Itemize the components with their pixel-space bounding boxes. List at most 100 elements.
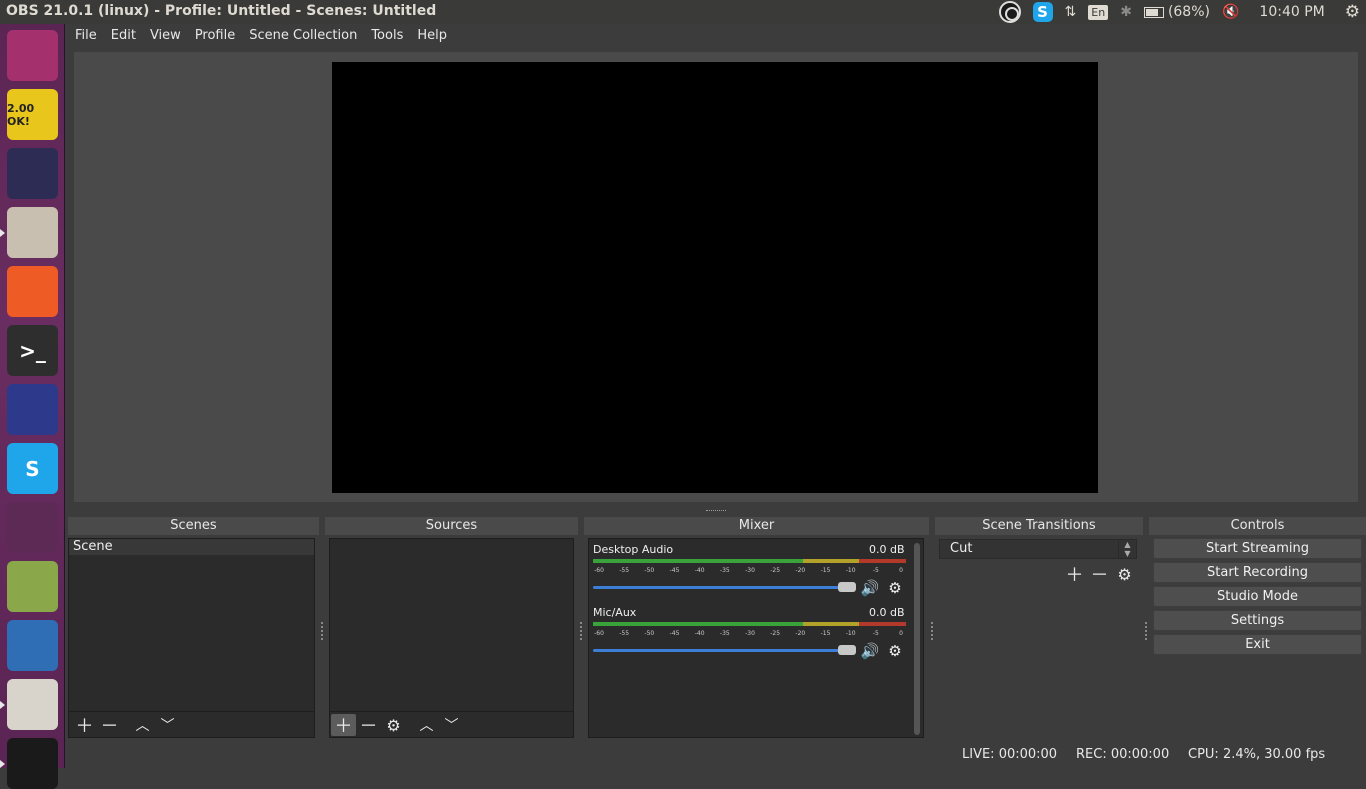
stickynotes-icon[interactable]: 2.00 OK! xyxy=(7,89,58,140)
scenes-toolbar: ＋ － ︿ ﹀ xyxy=(72,712,180,738)
obs-icon[interactable] xyxy=(7,738,58,789)
scenes-grip[interactable] xyxy=(321,622,324,640)
bluetooth-icon[interactable]: ✱ xyxy=(1114,0,1138,24)
meter-tick-label: -35 xyxy=(719,630,730,637)
mixer-scrollbar[interactable] xyxy=(914,543,920,735)
scene-list-item[interactable]: Scene xyxy=(69,539,314,555)
image-viewer-icon[interactable] xyxy=(7,561,58,612)
menu-profile[interactable]: Profile xyxy=(188,28,242,43)
status-live: LIVE: 00:00:00 xyxy=(962,747,1058,762)
running-app-indicator xyxy=(0,701,5,709)
meter-tick-label: -50 xyxy=(644,567,655,574)
volume-slider-track[interactable] xyxy=(593,586,855,589)
sources-grip[interactable] xyxy=(580,622,583,640)
mixer-channel-name: Desktop Audio xyxy=(593,543,674,556)
vscode-icon[interactable] xyxy=(7,148,58,199)
controls-dock-title: Controls xyxy=(1149,517,1366,535)
ubuntu-dash-icon[interactable] xyxy=(7,30,58,81)
add-transition-icon[interactable]: ＋ xyxy=(1062,563,1087,586)
text-editor-icon[interactable] xyxy=(7,679,58,730)
meter-scale: -60 -55 -50 -45 -40 -35 -30 -25 -20 -15 -10 -5 0 xyxy=(593,628,906,638)
gear-icon[interactable]: ⚙ xyxy=(1339,0,1366,24)
preview-canvas[interactable] xyxy=(332,62,1098,493)
scenes-list[interactable]: Scene xyxy=(68,538,315,712)
unity-launcher: 2.00 OK! >_ S xyxy=(0,24,65,789)
exit-button[interactable]: Exit xyxy=(1153,634,1362,655)
skype-icon[interactable]: S xyxy=(7,443,58,494)
meter-tick-label: -40 xyxy=(694,567,705,574)
meter-tick-label: -25 xyxy=(770,630,781,637)
mixer-channel: Mic/Aux 0.0 dB -60 -55 -50 -45 -40 -35 -30 -25 -20… xyxy=(589,606,909,666)
transition-select[interactable]: Cut ▲ ▼ xyxy=(939,539,1137,559)
obs-tray-icon[interactable] xyxy=(998,1,1021,23)
terminal-icon[interactable]: >_ xyxy=(7,325,58,376)
remove-transition-icon[interactable]: － xyxy=(1087,563,1112,586)
file-cabinet-icon[interactable] xyxy=(7,207,58,258)
postman-icon[interactable] xyxy=(7,266,58,317)
move-up-icon[interactable]: ︿ xyxy=(414,714,439,736)
mixer-strips: Desktop Audio 0.0 dB -60 -55 -50 -45 -40 -35 -30… xyxy=(589,543,911,733)
remove-source-icon[interactable]: － xyxy=(356,714,381,737)
source-properties-gear-icon[interactable]: ⚙ xyxy=(381,714,406,736)
speaker-icon[interactable]: 🔊 xyxy=(861,579,880,597)
language-label: En xyxy=(1088,4,1109,20)
menu-edit[interactable]: Edit xyxy=(104,28,143,43)
meter-tick-label: -10 xyxy=(845,567,856,574)
remove-scene-icon[interactable]: － xyxy=(97,714,122,737)
add-scene-icon[interactable]: ＋ xyxy=(72,714,97,737)
chevron-updown-icon: ▲ ▼ xyxy=(1118,540,1136,558)
settings-button[interactable]: Settings xyxy=(1153,610,1362,631)
clock[interactable]: 10:40 PM xyxy=(1245,0,1338,24)
battery-indicator[interactable]: (68%) xyxy=(1138,0,1216,24)
meter-tick-label: -60 xyxy=(594,567,604,574)
menu-help[interactable]: Help xyxy=(410,28,454,43)
meter-tick-label: -45 xyxy=(669,567,680,574)
running-app-indicator xyxy=(0,229,5,237)
transition-properties-gear-icon[interactable]: ⚙ xyxy=(1112,563,1137,585)
transitions-grip[interactable] xyxy=(1145,622,1148,640)
add-source-icon[interactable]: ＋ xyxy=(331,714,356,737)
menu-bar: File Edit View Profile Scene Collection … xyxy=(66,24,1366,46)
meter-tick-label: -55 xyxy=(619,630,630,637)
volume-muted-icon[interactable]: 🔇 xyxy=(1216,0,1245,24)
speaker-icon[interactable]: 🔊 xyxy=(861,642,880,660)
transitions-toolbar: ＋ － ⚙ xyxy=(1062,561,1137,587)
meter-tick-label: 0 xyxy=(899,630,903,637)
volume-slider-handle[interactable] xyxy=(838,582,856,592)
preview-splitter[interactable] xyxy=(706,510,726,516)
sources-list[interactable] xyxy=(329,538,574,712)
menu-view[interactable]: View xyxy=(143,28,188,43)
move-down-icon[interactable]: ﹀ xyxy=(439,714,464,736)
keyboard-indicator[interactable]: En xyxy=(1082,0,1114,24)
gear-icon[interactable]: ⚙ xyxy=(886,642,904,660)
move-down-icon[interactable]: ﹀ xyxy=(155,714,180,736)
libreoffice-writer-icon[interactable] xyxy=(7,620,58,671)
gear-icon[interactable]: ⚙ xyxy=(886,579,904,597)
start-streaming-button[interactable]: Start Streaming xyxy=(1153,538,1362,559)
scenes-dock-title: Scenes xyxy=(68,517,319,535)
mixer-grip[interactable] xyxy=(931,622,934,640)
menu-scene-collection[interactable]: Scene Collection xyxy=(242,28,364,43)
firefox-icon[interactable] xyxy=(7,384,58,435)
mixer-dock-title: Mixer xyxy=(584,517,929,535)
meter-tick-label: -30 xyxy=(745,567,755,574)
mixer-panel: Desktop Audio 0.0 dB -60 -55 -50 -45 -40 -35 -30… xyxy=(588,538,924,738)
transitions-dock-title: Scene Transitions xyxy=(935,517,1143,535)
volume-slider-handle[interactable] xyxy=(838,645,856,655)
chrome-icon[interactable] xyxy=(7,502,58,553)
network-icon[interactable]: ⇅ xyxy=(1059,0,1083,24)
volume-meter xyxy=(593,622,906,626)
mixer-channel: Desktop Audio 0.0 dB -60 -55 -50 -45 -40 -35 -30… xyxy=(589,543,909,603)
move-up-icon[interactable]: ︿ xyxy=(130,714,155,736)
menu-file[interactable]: File xyxy=(66,28,104,43)
meter-tick-label: -30 xyxy=(745,630,755,637)
volume-meter xyxy=(593,559,906,563)
studio-mode-button[interactable]: Studio Mode xyxy=(1153,586,1362,607)
running-app-indicator xyxy=(0,760,5,768)
skype-tray-icon[interactable]: S xyxy=(1032,2,1053,22)
menu-tools[interactable]: Tools xyxy=(364,28,410,43)
volume-slider-track[interactable] xyxy=(593,649,855,652)
start-recording-button[interactable]: Start Recording xyxy=(1153,562,1362,583)
battery-percent: (68%) xyxy=(1167,4,1210,20)
